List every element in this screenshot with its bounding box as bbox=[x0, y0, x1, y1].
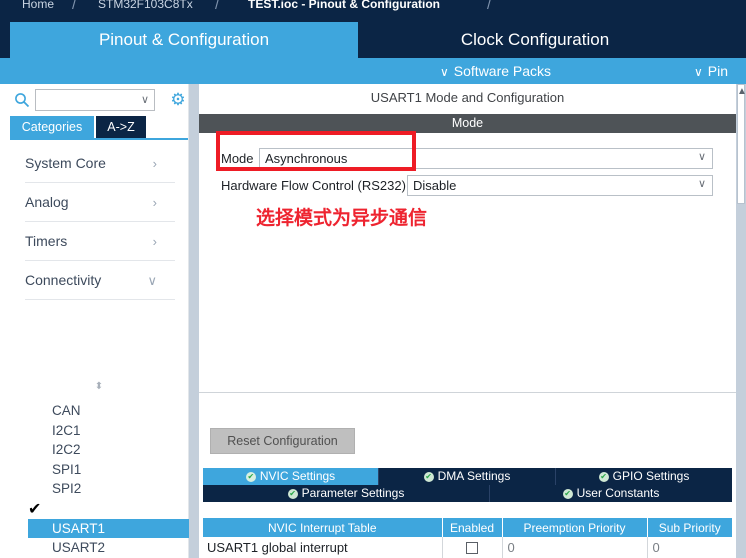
pinout-menu-label: Pin bbox=[707, 63, 729, 79]
tab-parameter-settings[interactable]: ✔ Parameter Settings bbox=[203, 485, 490, 502]
chevron-right-icon: › bbox=[152, 195, 157, 210]
software-packs-label: Software Packs bbox=[453, 63, 552, 79]
list-item-usart1[interactable]: USART1 bbox=[28, 518, 189, 538]
cell-preemption-priority[interactable]: 0 bbox=[502, 537, 648, 558]
sidebar-item-connectivity[interactable]: Connectivity ∨ bbox=[25, 261, 175, 300]
chevron-right-icon: › bbox=[152, 234, 157, 249]
gear-icon[interactable]: ⚙ bbox=[168, 90, 188, 110]
tab-dma-settings[interactable]: ✔ DMA Settings bbox=[379, 468, 556, 485]
sidebar-item-label: System Core bbox=[25, 155, 106, 171]
check-icon-gpio: ✔ bbox=[598, 471, 609, 482]
chevron-down-icon-flow: ∨ bbox=[697, 178, 706, 190]
tab-label: GPIO Settings bbox=[612, 469, 690, 483]
cell-enabled[interactable] bbox=[442, 537, 503, 558]
col-sub-priority: Sub Priority bbox=[647, 518, 732, 537]
chevron-down-icon-search[interactable]: ∨ bbox=[141, 93, 149, 106]
chevron-down-icon-mode: ∨ bbox=[697, 151, 706, 163]
list-item-i2c2[interactable]: I2C2 bbox=[28, 440, 189, 460]
list-item-spi1[interactable]: SPI1 bbox=[28, 460, 189, 480]
configuration-tab-strip: ✔ NVIC Settings ✔ DMA Settings ✔ GPIO Setti… bbox=[203, 468, 732, 502]
categories-sidebar: ∨ ⚙ Categories A->Z System Core › Analog… bbox=[0, 84, 189, 558]
col-nvic-interrupt-table: NVIC Interrupt Table bbox=[203, 518, 443, 537]
tab-label: User Constants bbox=[576, 486, 660, 500]
annotation-text: 选择模式为异步通信 bbox=[256, 207, 428, 229]
breadcrumb-item-current: TEST.ioc - Pinout & Configuration bbox=[248, 0, 440, 11]
chevron-down-icon-2: ∨ bbox=[694, 65, 703, 79]
breadcrumb-item-home[interactable]: Home bbox=[22, 0, 54, 13]
sidebar-item-system-core[interactable]: System Core › bbox=[25, 144, 175, 183]
search-input[interactable]: ∨ bbox=[35, 89, 155, 111]
sidebar-item-label: Analog bbox=[25, 194, 69, 210]
view-tab-bar: Pinout & Configuration Clock Configurati… bbox=[0, 18, 746, 58]
tab-user-constants[interactable]: ✔ User Constants bbox=[490, 485, 732, 502]
category-list: System Core › Analog › Timers › Connecti… bbox=[25, 144, 175, 300]
list-scroll-indicator[interactable]: ⬍ bbox=[92, 382, 106, 397]
search-row: ∨ ⚙ bbox=[10, 87, 188, 115]
nvic-interrupt-table: NVIC Interrupt Table Enabled Preemption … bbox=[203, 518, 732, 558]
list-item-i2c1[interactable]: I2C1 bbox=[28, 421, 189, 441]
breadcrumb: Home / STM32F103C8Tx / TEST.ioc - Pinout… bbox=[0, 0, 746, 18]
configuration-section: Reset Configuration ✔ NVIC Settings ✔ DMA … bbox=[199, 402, 736, 558]
pinout-menu[interactable]: ∨ Pin bbox=[694, 58, 728, 84]
tab-clock-configuration[interactable]: Clock Configuration bbox=[360, 22, 710, 58]
check-icon-user-constants: ✔ bbox=[562, 488, 573, 499]
col-preemption-priority: Preemption Priority bbox=[502, 518, 648, 537]
tab-label: NVIC Settings bbox=[259, 469, 336, 483]
check-icon-nvic: ✔ bbox=[245, 471, 256, 482]
breadcrumb-separator-2: / bbox=[215, 0, 220, 13]
highlight-rectangle-mode bbox=[216, 131, 416, 171]
vertical-scrollbar[interactable] bbox=[736, 84, 746, 558]
software-packs-menu[interactable]: ∨ Software Packs bbox=[440, 58, 551, 84]
chevron-down-icon: ∨ bbox=[440, 65, 449, 79]
tab-a-to-z[interactable]: A->Z bbox=[96, 116, 146, 138]
sidebar-mode-tabs: Categories A->Z bbox=[10, 116, 188, 138]
search-icon bbox=[15, 93, 30, 108]
chevron-right-icon: › bbox=[152, 156, 157, 171]
tab-nvic-settings[interactable]: ✔ NVIC Settings bbox=[203, 468, 379, 485]
hw-flow-control-label: Hardware Flow Control (RS232) bbox=[221, 178, 406, 193]
cell-sub-priority[interactable]: 0 bbox=[647, 537, 732, 558]
page-title: USART1 Mode and Configuration bbox=[199, 84, 736, 112]
table-row[interactable]: USART1 global interrupt 0 0 bbox=[203, 537, 732, 558]
stm32cubemx-window: Home / STM32F103C8Tx / TEST.ioc - Pinout… bbox=[0, 0, 746, 558]
configured-check-icon: ✔ bbox=[28, 500, 42, 518]
hw-flow-control-value: Disable bbox=[413, 178, 457, 193]
sidebar-item-timers[interactable]: Timers › bbox=[25, 222, 175, 261]
tab-gpio-settings[interactable]: ✔ GPIO Settings bbox=[556, 468, 732, 485]
sidebar-item-analog[interactable]: Analog › bbox=[25, 183, 175, 222]
col-enabled: Enabled bbox=[442, 518, 503, 537]
list-item-usart2[interactable]: USART2 bbox=[28, 538, 189, 558]
breadcrumb-item-mcu[interactable]: STM32F103C8Tx bbox=[98, 0, 193, 13]
list-item-can[interactable]: CAN bbox=[28, 401, 189, 421]
enabled-checkbox[interactable] bbox=[466, 542, 478, 555]
scroll-up-arrow-icon[interactable]: ▲ bbox=[737, 86, 746, 98]
list-item-spi2[interactable]: SPI2 bbox=[28, 479, 189, 499]
panel-splitter[interactable] bbox=[189, 84, 199, 558]
sidebar-item-label: Timers bbox=[25, 233, 68, 249]
table-header-row: NVIC Interrupt Table Enabled Preemption … bbox=[203, 518, 732, 537]
hw-flow-control-select[interactable]: Disable ∨ bbox=[407, 175, 713, 196]
hw-flow-control-field-row: Hardware Flow Control (RS232) Disable ∨ bbox=[221, 175, 713, 196]
breadcrumb-separator: / bbox=[72, 0, 77, 13]
reset-configuration-button[interactable]: Reset Configuration bbox=[210, 428, 355, 454]
software-packs-bar: ∨ Software Packs ∨ Pin bbox=[0, 58, 746, 84]
cell-interrupt-name: USART1 global interrupt bbox=[203, 537, 443, 558]
mode-section: Mode Asynchronous ∨ Hardware Flow Contro… bbox=[199, 133, 736, 393]
breadcrumb-separator-3: / bbox=[487, 0, 492, 13]
check-icon-parameter: ✔ bbox=[287, 488, 298, 499]
scrollbar-thumb[interactable] bbox=[737, 84, 745, 204]
check-icon-dma: ✔ bbox=[423, 471, 434, 482]
sidebar-tab-underline bbox=[10, 138, 188, 140]
tab-pinout-and-configuration[interactable]: Pinout & Configuration bbox=[10, 22, 358, 58]
chevron-down-icon-connectivity: ∨ bbox=[147, 273, 157, 288]
tab-categories[interactable]: Categories bbox=[10, 116, 94, 138]
tab-label: DMA Settings bbox=[437, 469, 511, 483]
tab-label: Parameter Settings bbox=[301, 486, 405, 500]
sidebar-item-label: Connectivity bbox=[25, 272, 102, 288]
peripheral-list: CAN I2C1 I2C2 SPI1 SPI2 ✔ USART1 USART2 … bbox=[28, 401, 189, 558]
